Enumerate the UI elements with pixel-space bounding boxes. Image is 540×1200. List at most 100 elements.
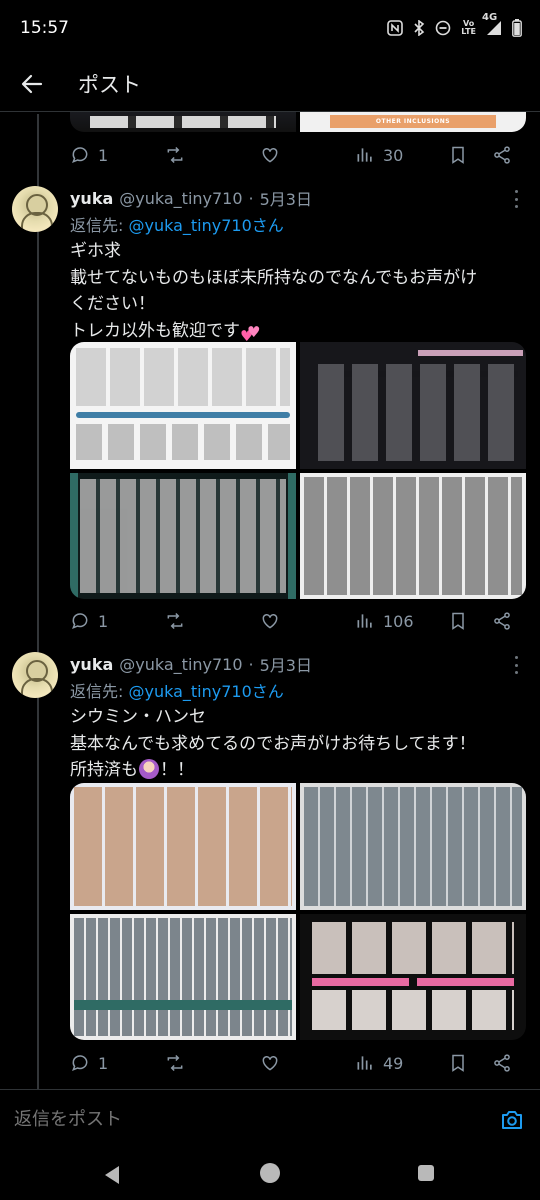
views-count: 30: [383, 145, 404, 165]
bookmark-button[interactable]: [448, 611, 468, 631]
bookmark-icon: [452, 612, 464, 630]
heart-icon: [262, 1055, 278, 1071]
share-button[interactable]: [492, 1053, 512, 1073]
repost-icon: [167, 1054, 183, 1072]
analytics-icon: [357, 614, 372, 628]
signal-icon: 4G: [482, 12, 502, 36]
tweet-text-line: ください！: [70, 294, 155, 314]
network-label: 4G: [482, 12, 498, 23]
reply-button[interactable]: 1: [70, 611, 108, 631]
reply-count: 1: [98, 145, 109, 165]
tweet-text: ギホ求 載せてないものもほぼ未所持なのでなんでもお声がけ ください！ トレカ以外…: [70, 238, 526, 350]
like-button[interactable]: [260, 611, 280, 631]
bluetooth-icon: [413, 20, 425, 36]
tweet-text: シウミン・ハンセ 基本なんでも求めてるのでお声がけお待ちしてます！ 所持済も！！: [70, 704, 526, 784]
media-image[interactable]: [300, 783, 526, 910]
tweet-actions: 1 49: [70, 1050, 526, 1076]
reply-count: 1: [98, 1053, 109, 1073]
views-count: 106: [383, 611, 414, 631]
share-icon: [494, 1054, 510, 1072]
volte-icon: Vo LTE: [461, 19, 476, 36]
media-image[interactable]: [70, 783, 296, 910]
reply-icon: [72, 147, 88, 163]
arrow-left-icon[interactable]: [4, 56, 60, 112]
media-image[interactable]: [70, 112, 296, 132]
views-button[interactable]: 30: [355, 145, 403, 165]
separator: ·: [248, 654, 254, 674]
two-hearts-emoji-icon: [240, 319, 260, 350]
person-raising-hand-emoji-icon: [139, 759, 159, 779]
tweet-text-line: シウミン・ハンセ: [70, 707, 206, 727]
media-banner-text: OTHER INCLUSIONS: [375, 118, 451, 125]
nfc-icon: [387, 20, 404, 36]
reply-button[interactable]: 1: [70, 145, 108, 165]
nav-back-icon[interactable]: [103, 1165, 121, 1189]
status-icons: Vo LTE 4G: [387, 12, 522, 37]
tweet-text-line: トレカ以外も歓迎です: [70, 318, 526, 350]
reply-input[interactable]: [14, 1109, 474, 1130]
bookmark-button[interactable]: [448, 145, 468, 165]
tweet-actions: 1 106: [70, 608, 526, 634]
heart-icon: [262, 613, 278, 629]
previous-tweet-media[interactable]: OTHER INCLUSIONS: [70, 112, 526, 132]
avatar[interactable]: [12, 186, 58, 232]
like-button[interactable]: [260, 1053, 280, 1073]
share-button[interactable]: [492, 611, 512, 631]
nav-home-icon[interactable]: [260, 1163, 280, 1183]
share-icon: [494, 146, 510, 164]
reply-mention-link[interactable]: @yuka_tiny710さん: [128, 682, 283, 701]
bookmark-icon: [452, 1054, 464, 1072]
media-image[interactable]: OTHER INCLUSIONS: [300, 112, 526, 132]
top-app-bar: ポスト: [0, 56, 540, 112]
post-date[interactable]: 5月3日: [260, 652, 312, 676]
repost-icon: [167, 612, 183, 630]
system-navigation-bar: [0, 1149, 540, 1200]
separator: ·: [248, 188, 254, 208]
thread-connector-line: [37, 114, 39, 1089]
reply-button[interactable]: 1: [70, 1053, 108, 1073]
views-button[interactable]: 106: [355, 611, 414, 631]
bookmark-button[interactable]: [448, 1053, 468, 1073]
media-grid[interactable]: [70, 342, 526, 599]
camera-icon[interactable]: [500, 1108, 524, 1132]
repost-button[interactable]: [165, 611, 185, 631]
like-button[interactable]: [260, 145, 280, 165]
battery-icon: [512, 19, 522, 37]
reply-icon: [72, 1055, 88, 1071]
reply-icon: [72, 613, 88, 629]
username[interactable]: @yuka_tiny710: [119, 655, 242, 674]
reply-to: 返信先: @yuka_tiny710さん: [70, 216, 284, 235]
media-image[interactable]: [70, 913, 296, 1040]
tweet-text-line: 所持済も！！: [70, 759, 194, 780]
tweet-text-line: ギホ求: [70, 241, 121, 261]
media-image[interactable]: [300, 472, 526, 599]
repost-button[interactable]: [165, 1053, 185, 1073]
share-icon: [494, 612, 510, 630]
status-bar: 15:57 Vo LTE 4G: [0, 0, 540, 56]
post-date[interactable]: 5月3日: [260, 186, 312, 210]
views-count: 49: [383, 1053, 404, 1073]
media-grid[interactable]: [70, 783, 526, 1040]
analytics-icon: [357, 1056, 372, 1070]
media-image[interactable]: [70, 472, 296, 599]
tweet-text-line: 載せてないものもほぼ未所持なのでなんでもお声がけ: [70, 267, 478, 288]
more-options-icon[interactable]: [510, 656, 522, 674]
media-image[interactable]: [300, 913, 526, 1040]
reply-composer: [0, 1089, 540, 1149]
reply-mention-link[interactable]: @yuka_tiny710さん: [128, 216, 283, 235]
avatar[interactable]: [12, 652, 58, 698]
dnd-icon: [435, 20, 451, 36]
display-name[interactable]: yuka: [70, 189, 113, 208]
display-name[interactable]: yuka: [70, 655, 113, 674]
media-image[interactable]: [70, 342, 296, 469]
media-image[interactable]: [300, 342, 526, 469]
nav-recents-icon[interactable]: [418, 1165, 434, 1181]
more-options-icon[interactable]: [510, 190, 522, 208]
reply-count: 1: [98, 611, 109, 631]
share-button[interactable]: [492, 145, 512, 165]
tweet-text-line: 基本なんでも求めてるのでお声がけお待ちしてます！: [70, 733, 476, 754]
repost-button[interactable]: [165, 145, 185, 165]
views-button[interactable]: 49: [355, 1053, 403, 1073]
status-time: 15:57: [20, 18, 69, 38]
username[interactable]: @yuka_tiny710: [119, 189, 242, 208]
